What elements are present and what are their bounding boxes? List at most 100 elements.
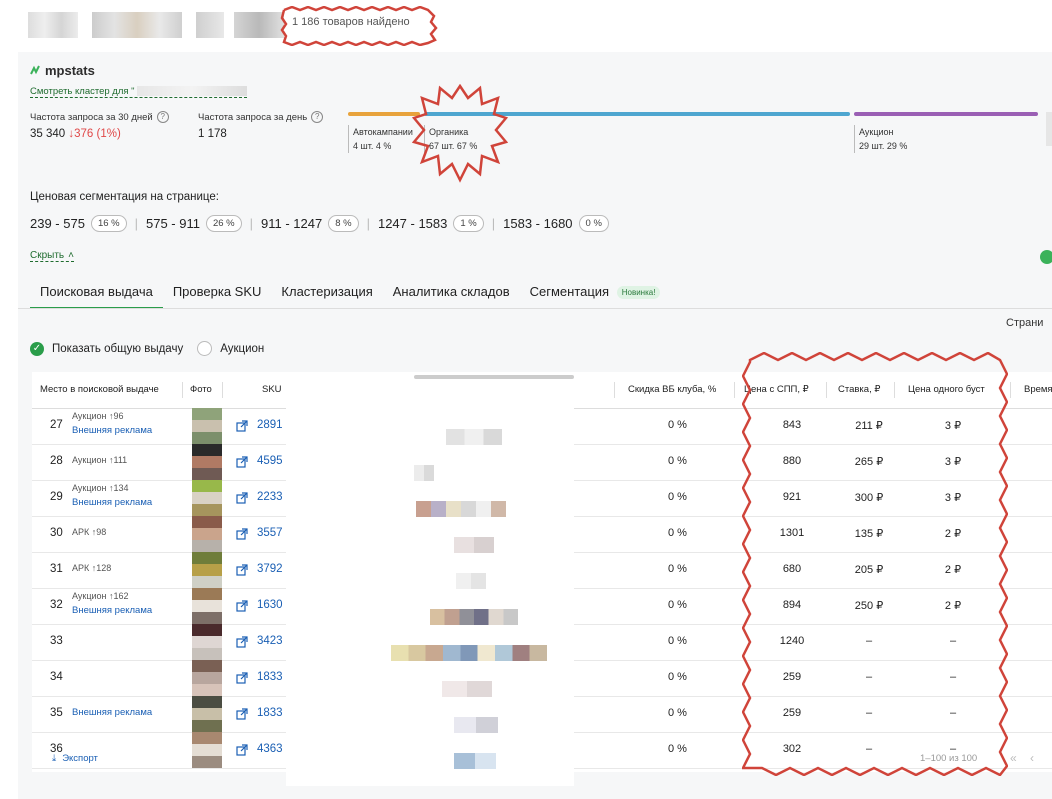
annotation-zigzag-path: [742, 352, 1008, 776]
export-label: Экспорт: [62, 753, 98, 764]
hide-toggle[interactable]: Скрыть ˄: [30, 250, 74, 262]
freq30-label-text: Частота запроса за 30 дней: [30, 111, 153, 123]
product-photo[interactable]: [192, 624, 222, 660]
segment-auction: Аукцион 29 шт. 29 %: [854, 125, 907, 153]
redacted-text: [454, 537, 494, 553]
redacted-column: [286, 372, 574, 786]
external-ad-link[interactable]: Внешняя реклама: [72, 605, 152, 616]
place-number: 35: [50, 707, 63, 719]
tab-segmentation[interactable]: Сегментация Новинка!: [520, 280, 671, 309]
col-place[interactable]: Место в поисковой выдаче: [40, 384, 159, 395]
product-photo[interactable]: [192, 480, 222, 516]
price-range-pct: 0 %: [578, 215, 609, 232]
cluster-link[interactable]: Смотреть кластер для ": [30, 86, 248, 98]
redacted-text: [196, 12, 224, 38]
product-photo[interactable]: [192, 660, 222, 696]
segment-bar-autocampaigns: [348, 112, 420, 116]
col-sku[interactable]: SKU: [262, 384, 282, 395]
sku-link[interactable]: 2233: [257, 491, 283, 503]
chevron-up-icon: ˄: [68, 250, 74, 261]
auction-tag: АРК ↑128: [72, 563, 112, 573]
club-discount: 0 %: [668, 563, 687, 575]
external-link-icon[interactable]: [236, 564, 248, 576]
freq30-number: 35 340: [30, 128, 66, 140]
place-number: 34: [50, 671, 63, 683]
tab-sku-check[interactable]: Проверка SKU: [163, 280, 272, 309]
freq30-delta: ↓376 (1%): [68, 128, 121, 140]
auction-tag: АРК ↑98: [72, 527, 107, 537]
external-link-icon[interactable]: [236, 492, 248, 504]
product-photo[interactable]: [192, 408, 222, 444]
external-link-icon[interactable]: [236, 636, 248, 648]
external-ad-link[interactable]: Внешняя реклама: [72, 707, 152, 718]
product-photo[interactable]: [192, 516, 222, 552]
col-photo[interactable]: Фото: [190, 384, 212, 395]
freqday-label: Частота запроса за день ?: [198, 111, 324, 123]
external-link-icon[interactable]: [236, 600, 248, 612]
annotation-starburst: [412, 84, 508, 183]
place-number: 30: [50, 527, 63, 539]
price-range-pct: 26 %: [205, 215, 242, 232]
filter-show-all-label: Показать общую выдачу: [52, 342, 184, 355]
segment-bar-auction: [854, 112, 1038, 116]
sku-link[interactable]: 3792: [257, 563, 283, 575]
new-badge: Новинка!: [616, 286, 661, 300]
segment-info: 29 шт. 29 %: [859, 141, 908, 151]
toggle-switch[interactable]: [1040, 250, 1052, 264]
place-number: 28: [50, 455, 63, 467]
redacted-text: [28, 12, 78, 38]
help-icon[interactable]: ?: [156, 111, 169, 123]
external-link-icon[interactable]: [236, 708, 248, 720]
sku-link[interactable]: 2891: [257, 419, 283, 431]
mpstats-logo-icon: [30, 65, 40, 75]
external-link-icon[interactable]: [236, 420, 248, 432]
external-link-icon[interactable]: [236, 672, 248, 684]
tab-clustering[interactable]: Кластеризация: [271, 280, 382, 309]
redacted-text: [454, 753, 496, 769]
pages-label: Страни: [1006, 317, 1044, 329]
check-icon[interactable]: ✓: [30, 341, 44, 356]
redacted-text: [442, 681, 492, 697]
tab-divider: [18, 308, 1052, 309]
help-icon[interactable]: ?: [311, 111, 324, 123]
price-range: 1247 - 1583: [377, 216, 448, 231]
redacted-text: [92, 12, 182, 38]
sku-link[interactable]: 3423: [257, 635, 283, 647]
freq30-value: 35 340 ↓376 (1%): [30, 128, 121, 140]
scrollbar-thumb[interactable]: [414, 375, 574, 379]
product-photo[interactable]: [192, 696, 222, 732]
sku-link[interactable]: 4595: [257, 455, 283, 467]
place-number: 31: [50, 563, 63, 575]
export-button[interactable]: ⤓ Экспорт: [52, 753, 98, 764]
sku-link[interactable]: 1833: [257, 671, 283, 683]
place-number: 33: [50, 635, 63, 647]
price-range: 1583 - 1680: [503, 216, 573, 231]
sku-link[interactable]: 1630: [257, 599, 283, 611]
external-link-icon[interactable]: [236, 528, 248, 540]
sku-link[interactable]: 1833: [257, 707, 283, 719]
external-ad-link[interactable]: Внешняя реклама: [72, 497, 152, 508]
segment-name: Автокампании: [353, 127, 413, 137]
freq30-label: Частота запроса за 30 дней ?: [30, 111, 169, 123]
product-photo[interactable]: [192, 552, 222, 588]
pager-first-icon[interactable]: «: [1010, 751, 1017, 765]
col-time[interactable]: Время: [1024, 384, 1052, 395]
cluster-link-label: Смотреть кластер для ": [30, 86, 135, 97]
club-discount: 0 %: [668, 527, 687, 539]
sku-link[interactable]: 3557: [257, 527, 283, 539]
col-club-discount[interactable]: Скидка ВБ клуба, %: [628, 384, 716, 395]
brand-logo: mpstats: [30, 63, 95, 78]
club-discount: 0 %: [668, 671, 687, 683]
tab-search-results[interactable]: Поисковая выдача: [30, 280, 163, 309]
price-range-pct: 16 %: [90, 215, 127, 232]
product-photo[interactable]: [192, 444, 222, 480]
product-photo[interactable]: [192, 588, 222, 624]
external-ad-link[interactable]: Внешняя реклама: [72, 425, 152, 436]
radio-auction[interactable]: [197, 341, 213, 356]
redacted-text: [454, 717, 498, 733]
pager-prev-icon[interactable]: ‹: [1030, 751, 1034, 765]
external-link-icon[interactable]: [236, 456, 248, 468]
auction-tag: Аукцион ↑162: [72, 591, 129, 601]
tab-warehouse-analytics[interactable]: Аналитика складов: [383, 280, 520, 309]
segment-info: 4 шт. 4 %: [353, 141, 392, 151]
